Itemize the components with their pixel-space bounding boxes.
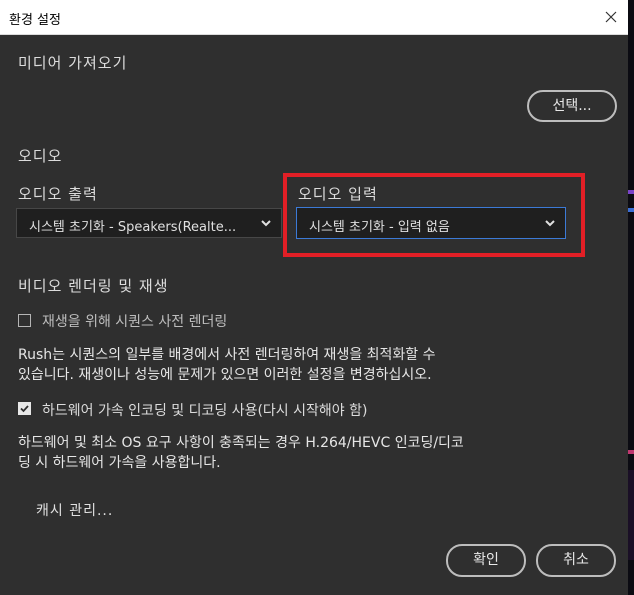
prerender-checkbox[interactable] bbox=[18, 314, 31, 327]
ok-button[interactable]: 확인 bbox=[446, 544, 526, 577]
background-window-strip bbox=[628, 0, 634, 595]
chevron-down-icon bbox=[545, 220, 555, 227]
cache-management-link[interactable]: 캐시 관리... bbox=[36, 500, 113, 520]
video-rendering-heading: 비디오 렌더링 및 재생 bbox=[18, 277, 169, 295]
audio-output-value: 시스템 초기화 - Speakers(Realte... bbox=[29, 220, 237, 235]
audio-heading: 오디오 bbox=[18, 147, 63, 165]
close-icon bbox=[605, 11, 617, 23]
background-accent bbox=[628, 208, 634, 212]
media-import-heading: 미디어 가져오기 bbox=[18, 54, 128, 72]
preferences-dialog: 미디어 가져오기 선택... 오디오 오디오 출력 시스템 초기화 - Spea… bbox=[0, 35, 628, 595]
audio-output-dropdown[interactable]: 시스템 초기화 - Speakers(Realte... bbox=[16, 208, 282, 238]
checkmark-icon bbox=[20, 405, 29, 413]
cancel-button[interactable]: 취소 bbox=[536, 544, 616, 577]
audio-input-label: 오디오 입력 bbox=[298, 185, 378, 203]
hw-accel-description-line2: 딩 시 하드웨어 가속을 사용합니다. bbox=[18, 455, 221, 471]
audio-input-value: 시스템 초기화 - 입력 없음 bbox=[309, 220, 450, 235]
title-bar: 환경 설정 bbox=[0, 0, 628, 35]
chevron-down-icon bbox=[261, 220, 271, 227]
hw-accel-description-line1: 하드웨어 및 최소 OS 요구 사항이 충족되는 경우 H.264/HEVC 인… bbox=[18, 435, 464, 451]
background-accent bbox=[628, 450, 634, 454]
background-accent bbox=[628, 190, 634, 194]
background-accent bbox=[628, 470, 634, 560]
close-button[interactable] bbox=[594, 0, 628, 34]
hw-accel-checkbox-label: 하드웨어 가속 인코딩 및 디코딩 사용(다시 시작해야 함) bbox=[42, 403, 368, 419]
prerender-checkbox-label: 재생을 위해 시퀀스 사전 렌더링 bbox=[42, 314, 228, 330]
prerender-description-line1: Rush는 시퀀스의 일부를 배경에서 사전 렌더링하여 재생을 최적화할 수 bbox=[18, 347, 436, 363]
audio-output-label: 오디오 출력 bbox=[18, 185, 98, 203]
select-button[interactable]: 선택... bbox=[527, 90, 617, 122]
prerender-description-line2: 있습니다. 재생이나 성능에 문제가 있으면 이러한 설정을 변경하십시오. bbox=[18, 367, 432, 383]
audio-input-dropdown[interactable]: 시스템 초기화 - 입력 없음 bbox=[296, 207, 566, 239]
window-title: 환경 설정 bbox=[9, 13, 61, 28]
hw-accel-checkbox[interactable] bbox=[18, 402, 31, 415]
